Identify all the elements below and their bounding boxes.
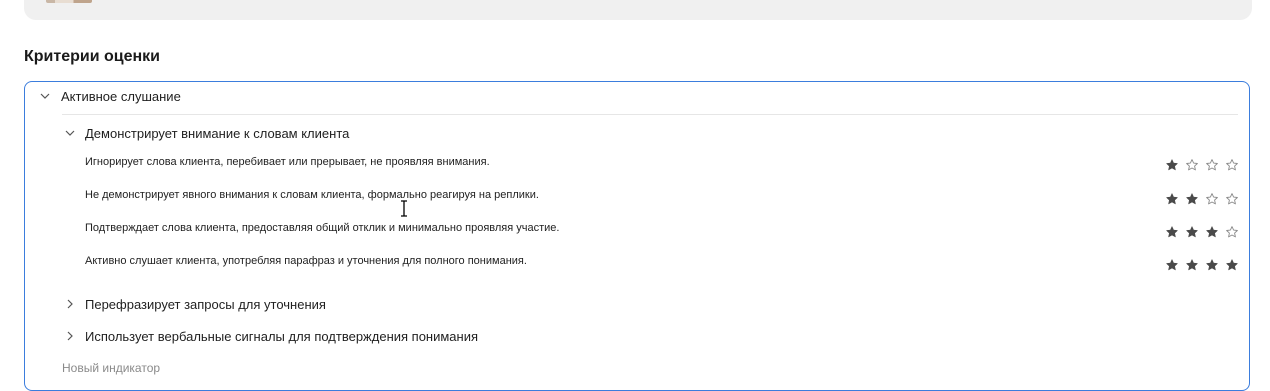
divider (62, 114, 1238, 115)
star-filled-icon[interactable] (1206, 259, 1218, 271)
star-rating[interactable] (1166, 259, 1238, 271)
star-empty-icon[interactable] (1206, 193, 1218, 205)
new-indicator-input[interactable]: Новый индикатор (62, 361, 160, 375)
subgroup-title: Перефразирует запросы для уточнения (85, 296, 326, 312)
attachment-thumbnail[interactable] (46, 0, 92, 3)
star-filled-icon[interactable] (1166, 259, 1178, 271)
criterion-text: Игнорирует слова клиента, перебивает или… (85, 156, 490, 168)
subgroup-header-verbal-signals[interactable]: Использует вербальные сигналы для подтве… (62, 328, 478, 344)
star-empty-icon[interactable] (1226, 193, 1238, 205)
star-filled-icon[interactable] (1186, 226, 1198, 238)
section-title: Критерии оценки (24, 48, 161, 65)
chevron-down-icon[interactable] (37, 88, 53, 104)
star-rating[interactable] (1166, 193, 1238, 205)
star-empty-icon[interactable] (1226, 159, 1238, 171)
subgroup-title: Демонстрирует внимание к словам клиента (85, 125, 350, 141)
criterion-text: Подтверждает слова клиента, предоставляя… (85, 222, 560, 234)
star-rating[interactable] (1166, 159, 1238, 171)
star-rating[interactable] (1166, 226, 1238, 238)
star-filled-icon[interactable] (1206, 226, 1218, 238)
subgroup-header-attention[interactable]: Демонстрирует внимание к словам клиента (62, 125, 349, 141)
chevron-down-icon[interactable] (62, 125, 78, 141)
text-cursor-icon (401, 200, 407, 217)
star-filled-icon[interactable] (1166, 193, 1178, 205)
star-filled-icon[interactable] (1166, 159, 1178, 171)
subgroup-title: Использует вербальные сигналы для подтве… (85, 328, 479, 344)
subgroup-header-rephrase[interactable]: Перефразирует запросы для уточнения (62, 296, 326, 312)
group-header-active-listening[interactable]: Активное слушание (37, 88, 181, 104)
star-empty-icon[interactable] (1206, 159, 1218, 171)
criterion-text: Активно слушает клиента, употребляя пара… (85, 255, 527, 267)
criterion-text: Не демонстрирует явного внимания к слова… (85, 189, 539, 201)
star-filled-icon[interactable] (1186, 193, 1198, 205)
star-empty-icon[interactable] (1226, 226, 1238, 238)
star-filled-icon[interactable] (1186, 259, 1198, 271)
star-empty-icon[interactable] (1186, 159, 1198, 171)
top-card (24, 0, 1252, 20)
chevron-right-icon[interactable] (62, 328, 78, 344)
chevron-right-icon[interactable] (62, 296, 78, 312)
group-title: Активное слушание (61, 88, 181, 104)
star-filled-icon[interactable] (1226, 259, 1238, 271)
star-filled-icon[interactable] (1166, 226, 1178, 238)
